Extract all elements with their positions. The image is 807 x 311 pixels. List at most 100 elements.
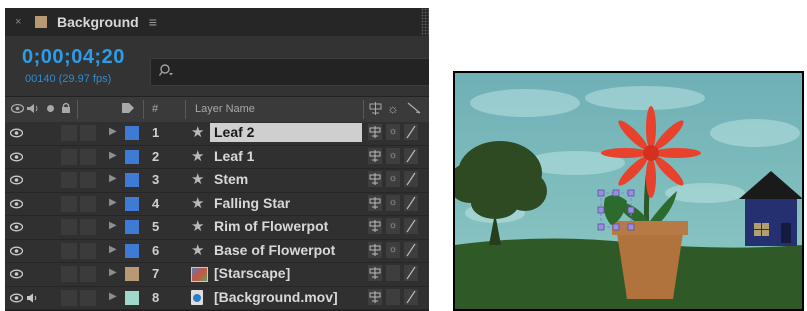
- label-color-swatch[interactable]: [125, 290, 139, 305]
- panel-menu-icon[interactable]: ≡: [149, 14, 157, 30]
- shy-switch[interactable]: [368, 194, 382, 211]
- layer-row[interactable]: ▶ 8 [Background.mov]: [5, 286, 429, 310]
- collapse-switch[interactable]: ☼: [386, 194, 400, 211]
- eye-icon[interactable]: [9, 290, 24, 306]
- eye-icon[interactable]: [9, 266, 24, 282]
- solo-toggle[interactable]: [61, 148, 77, 165]
- layer-search-field[interactable]: [150, 58, 429, 86]
- collapse-switch[interactable]: ☼: [386, 218, 400, 234]
- layer-name[interactable]: Leaf 1: [210, 147, 254, 166]
- solo-toggle[interactable]: [61, 172, 77, 188]
- collapse-switch[interactable]: ☼: [386, 147, 400, 164]
- twirl-arrow-icon[interactable]: ▶: [109, 150, 117, 161]
- eye-icon[interactable]: [9, 149, 24, 165]
- layer-row[interactable]: ▶ 6 ★ Base of Flowerpot ☼: [5, 239, 429, 263]
- label-header-icon[interactable]: [121, 102, 135, 117]
- layer-row[interactable]: ▶ 1 ★ Leaf 2 ☼: [5, 122, 429, 146]
- layer-name[interactable]: [Background.mov]: [210, 288, 338, 307]
- twirl-arrow-icon[interactable]: ▶: [109, 267, 117, 278]
- solo-toggle[interactable]: [61, 219, 77, 235]
- twirl-arrow-icon[interactable]: ▶: [109, 291, 117, 302]
- shy-switch[interactable]: [368, 288, 382, 305]
- collapse-switch[interactable]: [386, 288, 400, 305]
- shy-switch[interactable]: [368, 218, 382, 234]
- quality-switch[interactable]: [404, 241, 418, 258]
- solo-toggle[interactable]: [61, 266, 77, 282]
- lock-toggle[interactable]: [80, 289, 96, 306]
- comp-tab[interactable]: × Background ≡: [5, 8, 429, 36]
- layer-name[interactable]: Leaf 2: [210, 123, 362, 142]
- label-color-swatch[interactable]: [125, 220, 139, 234]
- shy-switch[interactable]: [368, 147, 382, 164]
- layer-row[interactable]: ▶ 3 ★ Stem ☼: [5, 169, 429, 193]
- label-color-swatch[interactable]: [125, 267, 139, 281]
- lock-toggle[interactable]: [80, 172, 96, 188]
- label-color-swatch[interactable]: [125, 243, 139, 258]
- current-time-display[interactable]: 0;00;04;20: [22, 46, 125, 69]
- layer-row[interactable]: ▶ 7 [Starscape]: [5, 263, 429, 287]
- shy-switch[interactable]: [368, 171, 382, 187]
- collapse-switch[interactable]: [386, 265, 400, 281]
- twirl-arrow-icon[interactable]: ▶: [109, 244, 117, 255]
- shy-switch[interactable]: [368, 124, 382, 140]
- twirl-arrow-icon[interactable]: ▶: [109, 220, 117, 231]
- quality-switch[interactable]: [404, 194, 418, 211]
- label-color-swatch[interactable]: [125, 196, 139, 211]
- collapse-switch[interactable]: ☼: [386, 124, 400, 140]
- twirl-arrow-icon[interactable]: ▶: [109, 197, 117, 208]
- video-switch-header-icon[interactable]: [10, 103, 25, 117]
- composition-viewer[interactable]: [453, 71, 804, 311]
- lock-header-icon[interactable]: [61, 102, 71, 117]
- collapse-header-icon[interactable]: ☼: [387, 101, 399, 116]
- solo-toggle[interactable]: [61, 125, 77, 141]
- speaker-icon[interactable]: [26, 290, 38, 306]
- label-color-swatch[interactable]: [125, 173, 139, 187]
- shy-header-icon[interactable]: [369, 102, 382, 118]
- close-tab-button[interactable]: ×: [15, 16, 27, 28]
- collapse-switch[interactable]: ☼: [386, 241, 400, 258]
- quality-switch[interactable]: [404, 288, 418, 305]
- layer-row[interactable]: ▶ 5 ★ Rim of Flowerpot ☼: [5, 216, 429, 240]
- label-color-swatch[interactable]: [125, 149, 139, 164]
- quality-switch[interactable]: [404, 147, 418, 164]
- shy-switch[interactable]: [368, 241, 382, 258]
- lock-toggle[interactable]: [80, 125, 96, 141]
- solo-toggle[interactable]: [61, 195, 77, 212]
- twirl-arrow-icon[interactable]: ▶: [109, 126, 117, 137]
- panel-grip[interactable]: [421, 8, 429, 36]
- lock-toggle[interactable]: [80, 148, 96, 165]
- quality-switch[interactable]: [404, 218, 418, 234]
- twirl-arrow-icon[interactable]: ▶: [109, 173, 117, 184]
- layer-name[interactable]: Stem: [210, 170, 248, 189]
- eye-icon[interactable]: [9, 196, 24, 212]
- number-column-header[interactable]: #: [152, 103, 158, 115]
- quality-switch[interactable]: [404, 265, 418, 281]
- layer-name[interactable]: Rim of Flowerpot: [210, 217, 328, 236]
- layer-name[interactable]: [Starscape]: [210, 264, 290, 283]
- comp-tab-title[interactable]: Background: [57, 14, 139, 30]
- layer-row[interactable]: ▶ 2 ★ Leaf 1 ☼: [5, 145, 429, 169]
- shy-switch[interactable]: [368, 265, 382, 281]
- lock-toggle[interactable]: [80, 195, 96, 212]
- collapse-switch[interactable]: ☼: [386, 171, 400, 187]
- quality-switch[interactable]: [404, 171, 418, 187]
- quality-switch[interactable]: [404, 124, 418, 140]
- lock-toggle[interactable]: [80, 242, 96, 259]
- composition-frame[interactable]: [455, 73, 802, 309]
- eye-icon[interactable]: [9, 172, 24, 188]
- layer-name-column-header[interactable]: Layer Name: [195, 103, 255, 115]
- eye-icon[interactable]: [9, 243, 24, 259]
- quality-header-icon[interactable]: [407, 101, 421, 118]
- lock-toggle[interactable]: [80, 266, 96, 282]
- layer-name[interactable]: Base of Flowerpot: [210, 241, 335, 260]
- eye-icon[interactable]: [9, 219, 24, 235]
- layer-row[interactable]: ▶ 4 ★ Falling Star ☼: [5, 192, 429, 216]
- search-icon[interactable]: [158, 64, 175, 81]
- label-color-swatch[interactable]: [125, 126, 139, 140]
- solo-toggle[interactable]: [61, 289, 77, 306]
- layer-name[interactable]: Falling Star: [210, 194, 290, 213]
- eye-icon[interactable]: [9, 125, 24, 141]
- audio-header-icon[interactable]: [26, 103, 40, 117]
- solo-toggle[interactable]: [61, 242, 77, 259]
- lock-toggle[interactable]: [80, 219, 96, 235]
